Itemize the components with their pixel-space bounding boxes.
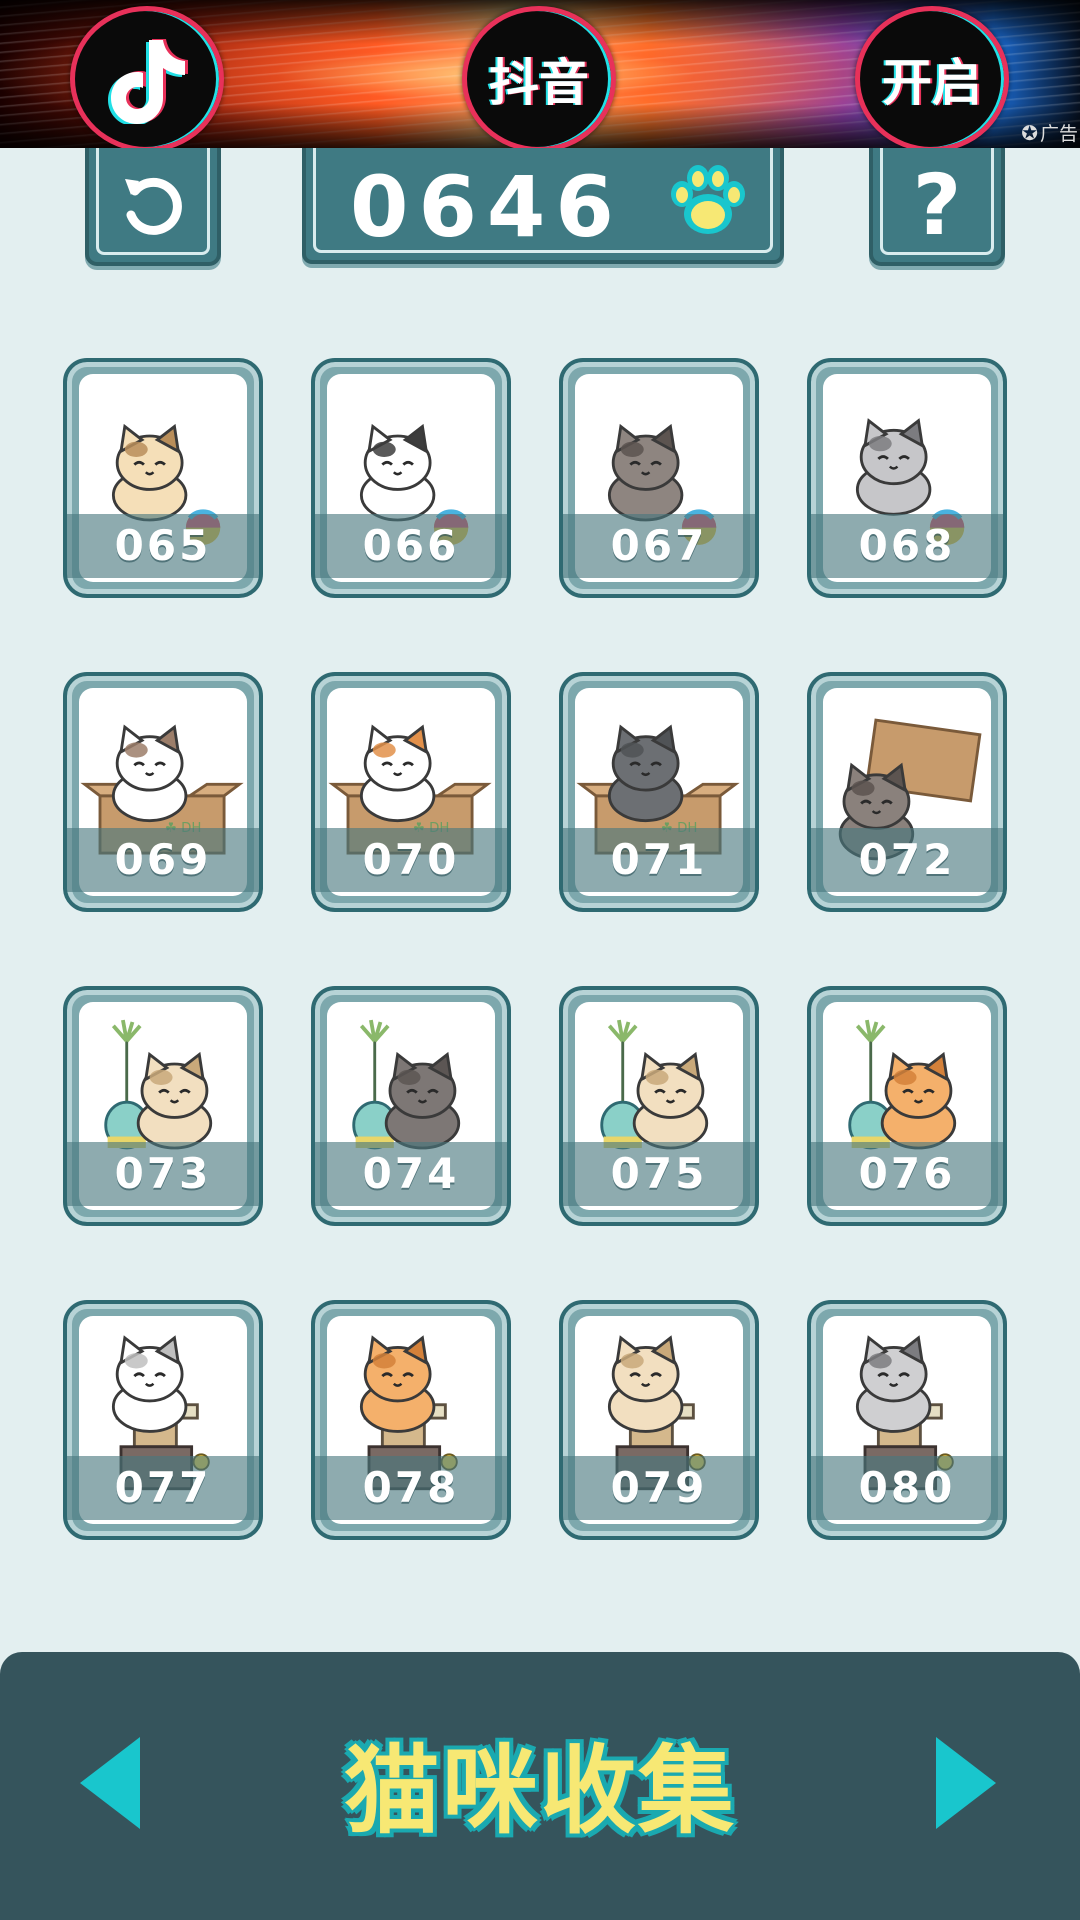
card-number: 078	[362, 1463, 460, 1512]
help-icon: ?	[912, 156, 962, 254]
tiktok-logo-icon[interactable]	[70, 6, 224, 148]
score-value: 0646	[350, 158, 624, 256]
cat-card-070[interactable]: ☘ DH 070	[311, 672, 511, 912]
ad-open-text: 开启	[882, 54, 982, 112]
cat-card-067[interactable]: 067	[559, 358, 759, 598]
ad-brand-text: 抖音	[489, 54, 589, 112]
back-button[interactable]	[85, 148, 221, 266]
card-number: 066	[362, 521, 460, 570]
card-number: 079	[610, 1463, 708, 1512]
cat-card-074[interactable]: 074	[311, 986, 511, 1226]
card-number: 069	[114, 835, 212, 884]
ad-open-circle[interactable]: 开启	[855, 6, 1009, 148]
paw-icon	[671, 165, 745, 234]
undo-icon	[125, 177, 182, 235]
cat-card-080[interactable]: 080	[807, 1300, 1007, 1540]
cat-card-068[interactable]: 068	[807, 358, 1007, 598]
card-number: 065	[114, 521, 212, 570]
ad-banner[interactable]: 抖音 开启 ✪ 广告	[0, 0, 1080, 148]
ad-label: ✪ 广告	[1021, 119, 1078, 146]
ad-refresh-icon: ✪	[1021, 120, 1038, 145]
card-number: 074	[362, 1149, 460, 1198]
music-note-icon	[108, 39, 188, 124]
card-number: 076	[858, 1149, 956, 1198]
ad-label-text: 广告	[1039, 123, 1078, 145]
cat-card-069[interactable]: ☘ DH 069	[63, 672, 263, 912]
cat-card-078[interactable]: 078	[311, 1300, 511, 1540]
ad-brand-circle[interactable]: 抖音	[462, 6, 616, 148]
card-number: 070	[362, 835, 460, 884]
cat-card-075[interactable]: 075	[559, 986, 759, 1226]
cat-card-079[interactable]: 079	[559, 1300, 759, 1540]
cat-card-065[interactable]: 065	[63, 358, 263, 598]
card-number: 075	[610, 1149, 708, 1198]
card-number: 080	[858, 1463, 956, 1512]
card-number: 077	[114, 1463, 212, 1512]
score-panel: 0646	[302, 148, 784, 264]
cat-card-066[interactable]: 066	[311, 358, 511, 598]
cat-card-072[interactable]: 072	[807, 672, 1007, 912]
help-button[interactable]: ?	[869, 148, 1005, 266]
prev-page-arrow-icon[interactable]	[78, 1735, 142, 1831]
card-number: 073	[114, 1149, 212, 1198]
cat-card-073[interactable]: 073	[63, 986, 263, 1226]
card-number: 072	[858, 835, 956, 884]
cat-card-076[interactable]: 076	[807, 986, 1007, 1226]
cat-card-071[interactable]: ☘ DH 071	[559, 672, 759, 912]
cat-card-077[interactable]: 077	[63, 1300, 263, 1540]
collection-title: 猫咪收集	[342, 1732, 737, 1849]
card-number: 068	[858, 521, 956, 570]
next-page-arrow-icon[interactable]	[934, 1735, 998, 1831]
card-number: 067	[610, 521, 708, 570]
card-number: 071	[610, 835, 708, 884]
